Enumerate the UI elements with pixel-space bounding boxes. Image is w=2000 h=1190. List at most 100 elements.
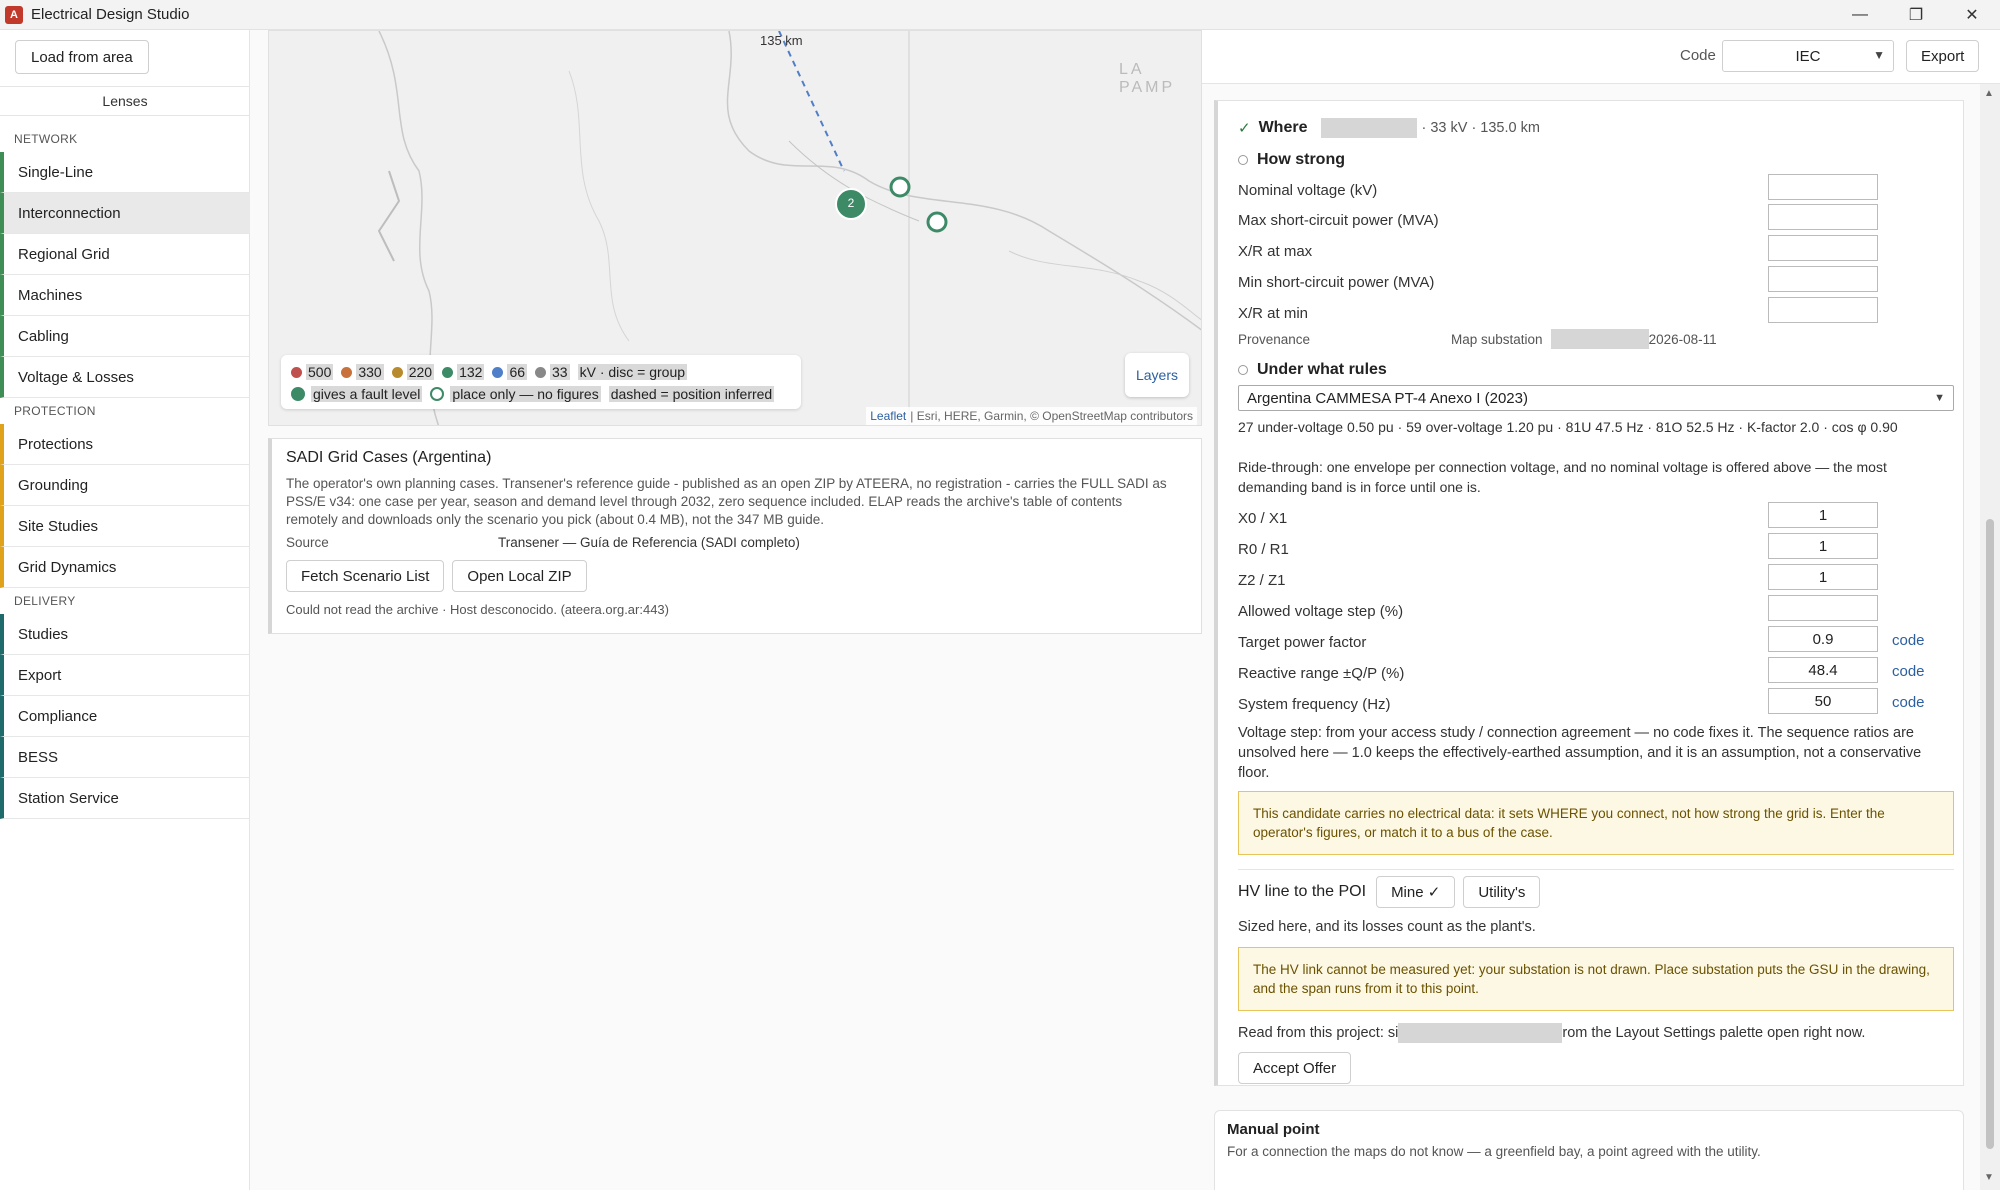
open-local-zip-button[interactable]: Open Local ZIP <box>452 560 587 592</box>
target-pf-field[interactable]: 0.9 <box>1768 626 1878 652</box>
mine-button[interactable]: Mine ✓ <box>1376 876 1456 908</box>
right-scrollbar[interactable]: ▲ ▼ <box>1980 84 2000 1190</box>
xr-min-field[interactable] <box>1768 297 1878 323</box>
xr-max-field[interactable] <box>1768 235 1878 261</box>
sidebar-item-grounding[interactable]: Grounding <box>0 465 250 506</box>
x0x1-field[interactable]: 1 <box>1768 502 1878 528</box>
r0r1-field[interactable]: 1 <box>1768 533 1878 559</box>
code-select[interactable]: IEC ▼ <box>1722 40 1894 72</box>
sidebar-item-export[interactable]: Export <box>0 655 250 696</box>
how-strong-row[interactable]: How strong <box>1238 149 1345 171</box>
sidebar-item-machines[interactable]: Machines <box>0 275 250 316</box>
scroll-down-icon[interactable]: ▼ <box>1984 1172 1994 1183</box>
rules-summary: 27 under-voltage 0.50 pu · 59 over-volta… <box>1238 419 1898 435</box>
sidebar-item-single-line[interactable]: Single-Line <box>0 152 250 193</box>
nominal-voltage-field[interactable] <box>1768 174 1878 200</box>
where-title[interactable]: Where <box>1259 119 1308 137</box>
chevron-down-icon: ▼ <box>1934 392 1945 404</box>
sidebar-item-cabling[interactable]: Cabling <box>0 316 250 357</box>
scroll-up-icon[interactable]: ▲ <box>1984 88 1994 99</box>
voltage-step-field[interactable] <box>1768 595 1878 621</box>
leaflet-link[interactable]: Leaflet <box>870 409 906 423</box>
legend-place-only: place only — no figures <box>450 386 601 402</box>
legend-kv: 33 <box>550 364 570 380</box>
sadi-buttons: Fetch Scenario List Open Local ZIP <box>286 560 1187 592</box>
redacted-substation <box>1550 329 1649 349</box>
code-link[interactable]: code <box>1892 663 1925 680</box>
utility-button[interactable]: Utility's <box>1463 876 1541 908</box>
manual-title: Manual point <box>1227 1121 1320 1138</box>
accept-row: Accept Offer <box>1238 1052 1352 1084</box>
layers-button[interactable]: Layers <box>1125 353 1189 397</box>
legend-markers: gives a fault level place only — no figu… <box>291 383 791 405</box>
field-label: Target power factor <box>1238 633 1367 651</box>
sadi-panel: SADI Grid Cases (Argentina) The operator… <box>268 438 1202 634</box>
field-label: Min short-circuit power (MVA) <box>1238 273 1435 291</box>
manual-description: For a connection the maps do not know — … <box>1227 1144 1761 1159</box>
sidebar-item-station-service[interactable]: Station Service <box>0 778 250 819</box>
field-label: X/R at min <box>1238 304 1309 322</box>
right-panel[interactable]: ✓ Where · 33 kV · 135.0 km How strong No… <box>1202 84 1980 1190</box>
scroll-thumb[interactable] <box>1986 519 1994 1149</box>
sidebar: Load from area Lenses NETWORK Single-Lin… <box>0 30 250 1190</box>
radio-icon <box>1238 155 1248 165</box>
code-link[interactable]: code <box>1892 694 1925 711</box>
sidebar-item-interconnection[interactable]: Interconnection <box>0 193 250 234</box>
field-label: Max short-circuit power (MVA) <box>1238 211 1439 229</box>
field-label: Reactive range ±Q/P (%) <box>1238 664 1405 682</box>
sidebar-item-compliance[interactable]: Compliance <box>0 696 250 737</box>
legend-dot <box>535 366 547 378</box>
right-header: Code IEC ▼ Export <box>1202 30 2000 84</box>
accept-offer-button[interactable]: Accept Offer <box>1238 1052 1352 1084</box>
sadi-error: Could not read the archive · Host descon… <box>286 602 669 617</box>
close-button[interactable]: ✕ <box>1944 0 2000 30</box>
code-link[interactable]: code <box>1892 632 1925 649</box>
sidebar-item-bess[interactable]: BESS <box>0 737 250 778</box>
substation-marker[interactable] <box>889 176 911 198</box>
restore-button[interactable]: ❐ <box>1888 0 1944 30</box>
reactive-range-field[interactable]: 48.4 <box>1768 657 1878 683</box>
rules-select[interactable]: Argentina CAMMESA PT-4 Anexo I (2023) ▼ <box>1238 385 1954 411</box>
where-row: ✓ Where · 33 kV · 135.0 km <box>1238 117 1540 139</box>
load-from-area-button[interactable]: Load from area <box>15 40 149 74</box>
substation-marker[interactable] <box>926 211 948 233</box>
read-prefix: Read from this project: si <box>1238 1025 1399 1041</box>
read-suffix: rom the Layout Settings palette open rig… <box>1562 1025 1866 1041</box>
z2z1-field[interactable]: 1 <box>1768 564 1878 590</box>
sidebar-item-voltage-losses[interactable]: Voltage & Losses <box>0 357 250 398</box>
fetch-scenario-list-button[interactable]: Fetch Scenario List <box>286 560 445 592</box>
ring-marker-icon <box>430 387 445 401</box>
sadi-source: Source Transener — Guía de Referencia (S… <box>286 535 1187 550</box>
sidebar-item-grid-dynamics[interactable]: Grid Dynamics <box>0 547 250 588</box>
nav-section-protection: PROTECTION <box>14 404 96 418</box>
rules-row[interactable]: Under what rules <box>1238 359 1387 381</box>
field-label: Allowed voltage step (%) <box>1238 602 1404 620</box>
sidebar-item-studies[interactable]: Studies <box>0 614 250 655</box>
title-bar: A Electrical Design Studio — ❐ ✕ <box>0 0 2000 30</box>
sidebar-item-protections[interactable]: Protections <box>0 424 250 465</box>
provenance-row: Provenance Map substation 2026-08-11 <box>1238 329 1717 349</box>
legend-fault-level: gives a fault level <box>311 386 423 402</box>
rules-selected: Argentina CAMMESA PT-4 Anexo I (2023) <box>1247 389 1528 407</box>
legend-unit-note: kV · disc = group <box>577 364 688 380</box>
legend-kv: 500 <box>306 364 334 380</box>
system-frequency-field[interactable]: 50 <box>1768 688 1878 714</box>
min-sc-power-field[interactable] <box>1768 266 1878 292</box>
sidebar-item-regional-grid[interactable]: Regional Grid <box>0 234 250 275</box>
max-sc-power-field[interactable] <box>1768 204 1878 230</box>
check-icon: ✓ <box>1238 120 1251 137</box>
minimize-button[interactable]: — <box>1832 0 1888 30</box>
rules-title: Under what rules <box>1257 361 1387 378</box>
sidebar-item-site-studies[interactable]: Site Studies <box>0 506 250 547</box>
region-label: LA PAMP <box>1119 61 1176 96</box>
legend-kv: 330 <box>356 364 384 380</box>
export-button[interactable]: Export <box>1906 40 1980 72</box>
ride-through-note: Ride-through: one envelope per connectio… <box>1238 459 1887 495</box>
nav-section-network: NETWORK <box>14 132 78 146</box>
filled-marker-icon <box>291 387 305 401</box>
voltage-step-note: Voltage step: from your access study / c… <box>1238 725 1922 781</box>
hv-warning: The HV link cannot be measured yet: your… <box>1238 947 1954 1011</box>
lenses-header: Lenses <box>0 86 250 116</box>
map-view[interactable]: 135 km LA PAMP 2 500 330 220 132 66 33 k… <box>268 30 1202 426</box>
hv-line-title: HV line to the POI <box>1238 883 1367 900</box>
